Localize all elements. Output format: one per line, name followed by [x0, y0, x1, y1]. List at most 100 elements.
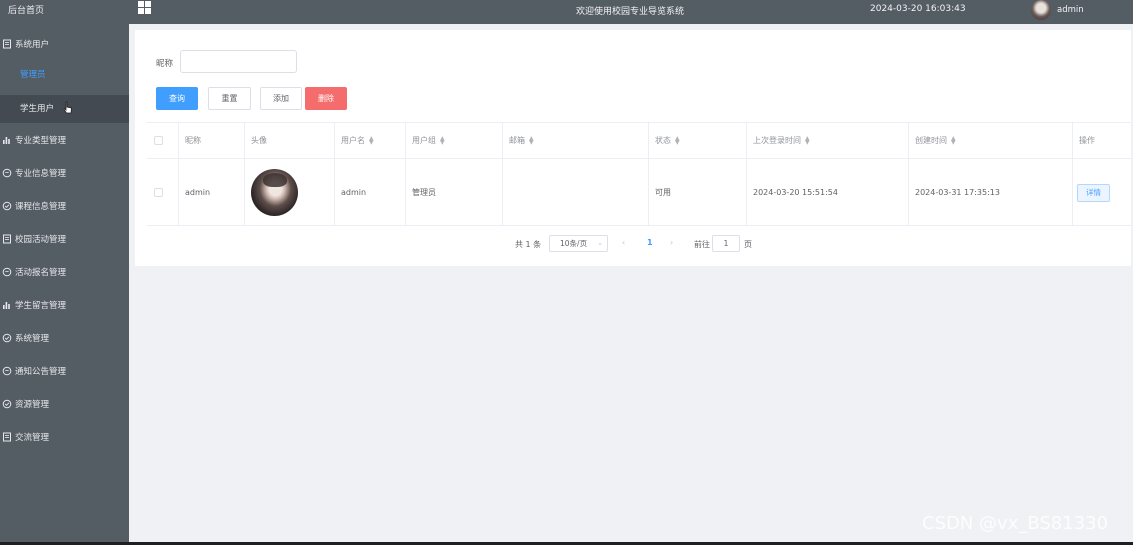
document-icon [1, 38, 13, 50]
header-actions: 操作 [1073, 123, 1131, 158]
table-header-row: 昵称 头像 用户名 ▲ ▼ 用户组 ▲ ▼ 邮箱 ▲ ▼ 状态 ▲ ▼ 上次登录时间 ▲ ▼ 创建时… [147, 123, 1131, 159]
header-label: 状态 [655, 136, 671, 145]
current-datetime: 2024-03-20 16:03:43 [870, 4, 966, 14]
header-email[interactable]: 邮箱 ▲ ▼ [503, 123, 649, 158]
sidebar-item-exchange[interactable]: 交流管理 [0, 420, 129, 453]
nickname-search-input[interactable] [180, 50, 297, 73]
reset-button[interactable]: 重置 [208, 87, 251, 110]
page-jump-input[interactable] [712, 235, 740, 252]
sort-icon[interactable]: ▲ ▼ [440, 135, 445, 145]
header-username[interactable]: 用户名 ▲ ▼ [335, 123, 406, 158]
header-label: 头像 [251, 136, 267, 145]
sort-icon[interactable]: ▲ ▼ [369, 135, 374, 145]
sidebar-item-activity-signup[interactable]: 活动报名管理 [0, 255, 129, 288]
check-circle-icon [1, 398, 13, 410]
header-created[interactable]: 创建时间 ▲ ▼ [909, 123, 1073, 158]
header-username[interactable]: admin [1057, 5, 1084, 15]
header-group[interactable]: 用户组 ▲ ▼ [406, 123, 503, 158]
row-checkbox[interactable] [154, 188, 163, 197]
sidebar-item-label: 通知公告管理 [15, 366, 67, 377]
check-circle-icon [1, 332, 13, 344]
sort-icon[interactable]: ▲ ▼ [675, 135, 680, 145]
query-button[interactable]: 查询 [156, 87, 198, 110]
header-label: 操作 [1079, 136, 1095, 145]
page-unit-label: 页 [744, 240, 752, 249]
table-row: admin admin 管理员 可用 2024-03-20 15:51:54 2… [147, 159, 1131, 226]
header-label: 上次登录时间 [753, 136, 801, 145]
cell-avatar [245, 159, 335, 226]
grid-menu-icon[interactable] [138, 1, 151, 14]
goto-label: 前往 [694, 240, 710, 249]
header-avatar: 头像 [245, 123, 335, 158]
page-number-current[interactable]: 1 [647, 238, 653, 247]
top-header: 欢迎使用校园专业导览系统 2024-03-20 16:03:43 admin [129, 0, 1133, 24]
add-button[interactable]: 添加 [260, 87, 302, 110]
sidebar-item-label: 活动报名管理 [15, 267, 67, 278]
sort-icon[interactable]: ▲ ▼ [805, 135, 810, 145]
sidebar-subitem-admin[interactable]: 管理员 [0, 64, 129, 95]
sidebar-item-label: 专业类型管理 [15, 135, 67, 146]
system-title: 欢迎使用校园专业导览系统 [576, 7, 685, 17]
delete-button[interactable]: 删除 [305, 87, 347, 110]
cell-group: 管理员 [406, 159, 503, 226]
sidebar-item-label: 系统用户 [15, 40, 50, 50]
header-status[interactable]: 状态 ▲ ▼ [649, 123, 747, 158]
watermark: CSDN @vx_BS81330 [922, 513, 1109, 534]
page-size-value: 10条/页 [560, 239, 588, 248]
sidebar-subitem-label: 学生用户 [20, 104, 55, 114]
nickname-label: 昵称 [156, 59, 174, 69]
chat-icon [1, 365, 13, 377]
prev-page-button[interactable]: ‹ [622, 238, 625, 247]
header-select-cell [147, 123, 179, 158]
avatar [251, 169, 298, 216]
sidebar-item-resource[interactable]: 资源管理 [0, 387, 129, 420]
chat-icon [1, 167, 13, 179]
bar-chart-icon [1, 299, 13, 311]
header-label: 邮箱 [509, 136, 525, 145]
sort-icon[interactable]: ▲ ▼ [529, 135, 534, 145]
sidebar-home[interactable]: 后台首页 [0, 0, 129, 24]
page-size-select[interactable]: 10条/页 ⌄ [549, 235, 608, 252]
cell-actions: 详情 [1073, 159, 1131, 226]
sidebar-item-label: 专业信息管理 [15, 168, 67, 179]
pagination-total: 共 1 条 [515, 240, 542, 249]
header-label: 创建时间 [915, 136, 947, 145]
sidebar-item-major-type[interactable]: 专业类型管理 [0, 123, 129, 156]
sidebar-subitem-student-users[interactable]: 学生用户 [0, 95, 129, 123]
detail-button[interactable]: 详情 [1077, 183, 1110, 202]
sidebar-item-system-users[interactable]: 系统用户 [0, 24, 129, 64]
sidebar-item-label: 系统管理 [15, 333, 50, 344]
document-icon [1, 233, 13, 245]
main-card: 昵称 查询 重置 添加 删除 昵称 头像 用户名 ▲ ▼ 用户组 ▲ ▼ 邮箱 ▲ ▼ [135, 30, 1131, 266]
cell-email [503, 159, 649, 226]
cell-last-login: 2024-03-20 15:51:54 [747, 159, 909, 226]
sidebar-item-student-message[interactable]: 学生留言管理 [0, 288, 129, 321]
bar-chart-icon [1, 134, 13, 146]
header-nickname: 昵称 [179, 123, 245, 158]
user-avatar[interactable] [1031, 0, 1051, 20]
sidebar-item-major-info[interactable]: 专业信息管理 [0, 156, 129, 189]
sidebar-item-notice[interactable]: 通知公告管理 [0, 354, 129, 387]
header-label: 用户名 [341, 136, 365, 145]
sidebar-item-label: 学生留言管理 [15, 300, 67, 311]
sidebar-item-label: 交流管理 [15, 432, 50, 443]
header-label: 用户组 [412, 136, 436, 145]
select-all-checkbox[interactable] [154, 136, 163, 145]
row-select-cell [147, 159, 179, 226]
sidebar-item-campus-activity[interactable]: 校园活动管理 [0, 222, 129, 255]
cell-status: 可用 [649, 159, 747, 226]
header-last-login[interactable]: 上次登录时间 ▲ ▼ [747, 123, 909, 158]
document-icon [1, 431, 13, 443]
chevron-down-icon: ⌄ [597, 239, 603, 247]
chat-icon [1, 266, 13, 278]
cell-created: 2024-03-31 17:35:13 [909, 159, 1073, 226]
header-label: 昵称 [185, 136, 201, 145]
sidebar-item-system-manage[interactable]: 系统管理 [0, 321, 129, 354]
pagination: 共 1 条 10条/页 ⌄ ‹ 1 › 前往 页 [135, 234, 1131, 254]
sidebar-item-course-info[interactable]: 课程信息管理 [0, 189, 129, 222]
sidebar-item-label: 课程信息管理 [15, 201, 67, 212]
next-page-button[interactable]: › [670, 238, 673, 247]
sidebar-item-label: 校园活动管理 [15, 234, 67, 245]
sort-icon[interactable]: ▲ ▼ [951, 135, 956, 145]
cell-username: admin [335, 159, 406, 226]
